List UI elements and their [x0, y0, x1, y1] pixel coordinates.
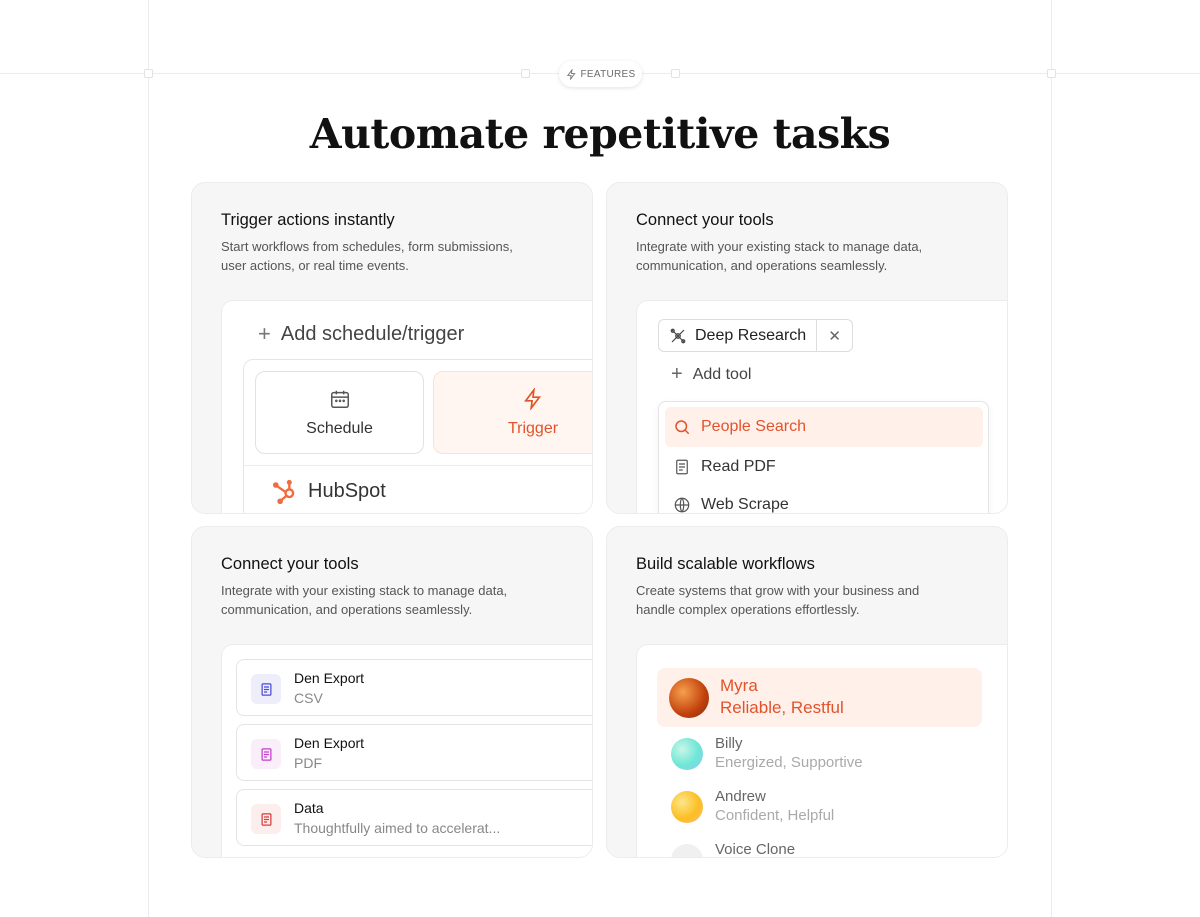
- avatar: [671, 738, 703, 770]
- selected-tool-label: Deep Research: [695, 326, 807, 344]
- add-trigger-button[interactable]: + Add schedule/trigger: [258, 321, 464, 347]
- workflows-card: Build scalable workflows Create systems …: [606, 526, 1008, 858]
- menu-item-label: People Search: [701, 418, 806, 435]
- trigger-panel: + Add schedule/trigger Schedule Trigger …: [221, 300, 592, 513]
- voice-name: Myra: [720, 676, 758, 695]
- guide-node: [144, 69, 153, 78]
- trigger-card: Trigger actions instantly Start workflow…: [191, 182, 593, 514]
- card-description: Integrate with your existing stack to ma…: [636, 239, 923, 273]
- schedule-label: Schedule: [306, 419, 373, 437]
- file-name: Den Export: [294, 735, 365, 751]
- files-card: Connect your tools Integrate with your e…: [191, 526, 593, 858]
- plus-icon: +: [258, 321, 271, 346]
- document-icon: [251, 739, 281, 769]
- files-panel: Den Export CSV Den Export PDF Data Thoug…: [221, 644, 592, 857]
- research-icon: [670, 328, 686, 343]
- file-type: Thoughtfully aimed to accelerat...: [294, 820, 501, 836]
- card-title: Trigger actions instantly: [221, 211, 395, 229]
- card-title: Connect your tools: [636, 211, 774, 229]
- voice-item-andrew[interactable]: Andrew Confident, Helpful: [657, 786, 982, 830]
- schedule-option[interactable]: Schedule: [255, 371, 424, 454]
- microphone-icon: [671, 844, 703, 857]
- divider: [244, 465, 592, 466]
- search-icon: [675, 420, 690, 435]
- card-title: Build scalable workflows: [636, 555, 815, 573]
- guide-node: [1047, 69, 1056, 78]
- file-item[interactable]: Data Thoughtfully aimed to accelerat...: [236, 789, 592, 846]
- card-description: Create systems that grow with your busin…: [636, 583, 920, 617]
- file-name: Den Export: [294, 670, 365, 686]
- plus-icon: +: [671, 363, 683, 385]
- selected-tool-chip[interactable]: Deep Research ✕: [658, 319, 854, 352]
- voice-traits: Energized, Supportive: [715, 754, 863, 771]
- document-icon: [251, 674, 281, 704]
- file-item[interactable]: Den Export PDF: [236, 724, 592, 781]
- voices-panel: Myra Reliable, Restful Billy Energized, …: [636, 644, 1007, 858]
- features-badge: FEATURES: [559, 61, 642, 87]
- page-title: Automate repetitive tasks: [309, 110, 891, 158]
- menu-item-web-scrape[interactable]: Web Scrape: [665, 485, 983, 513]
- file-item[interactable]: Den Export CSV: [236, 659, 592, 716]
- document-icon: [251, 804, 281, 834]
- voice-name: Billy: [715, 735, 743, 752]
- lightning-icon: [566, 68, 576, 80]
- hubspot-icon: [272, 479, 295, 504]
- tools-panel: Deep Research ✕ + Add tool People Search…: [636, 300, 1007, 513]
- voice-traits: Reliable, Restful: [720, 698, 844, 717]
- menu-item-read-pdf[interactable]: Read PDF: [665, 447, 983, 487]
- voice-item-clone[interactable]: Voice Clone: [657, 839, 982, 858]
- menu-item-people-search[interactable]: People Search: [665, 407, 983, 447]
- avatar: [669, 678, 709, 718]
- voice-traits: Confident, Helpful: [715, 807, 835, 824]
- menu-item-label: Web Scrape: [701, 496, 789, 513]
- add-tool-button[interactable]: + Add tool: [671, 363, 751, 386]
- trigger-option[interactable]: Trigger: [433, 371, 592, 454]
- add-trigger-label: Add schedule/trigger: [280, 322, 465, 345]
- globe-icon: [674, 497, 690, 513]
- voice-name: Voice Clone: [715, 841, 796, 858]
- guide-node: [521, 69, 530, 78]
- lightning-icon: [524, 387, 542, 410]
- calendar-icon: [330, 390, 349, 408]
- close-icon[interactable]: ✕: [817, 320, 852, 351]
- hubspot-label: HubSpot: [308, 479, 386, 502]
- trigger-label: Trigger: [507, 419, 559, 437]
- menu-item-label: Read PDF: [701, 458, 776, 475]
- file-type: PDF: [294, 755, 322, 771]
- document-icon: [676, 459, 688, 475]
- card-description: Start workflows from schedules, form sub…: [221, 239, 513, 273]
- add-tool-label: Add tool: [692, 365, 752, 383]
- trigger-options: Schedule Trigger HubSpot: [243, 359, 592, 513]
- guide-node: [671, 69, 680, 78]
- avatar: [671, 791, 703, 823]
- tool-menu: People Search Read PDF Web Scrape: [658, 401, 989, 513]
- voice-item-billy[interactable]: Billy Energized, Supportive: [657, 733, 982, 777]
- file-name: Data: [294, 800, 324, 816]
- card-description: Integrate with your existing stack to ma…: [221, 583, 508, 617]
- file-type: CSV: [294, 690, 323, 706]
- voice-name: Andrew: [715, 788, 766, 805]
- features-badge-label: FEATURES: [580, 68, 636, 80]
- voice-item-myra[interactable]: Myra Reliable, Restful: [657, 668, 982, 727]
- tools-card: Connect your tools Integrate with your e…: [606, 182, 1008, 514]
- hubspot-item[interactable]: HubSpot: [272, 478, 386, 504]
- card-title: Connect your tools: [221, 555, 359, 573]
